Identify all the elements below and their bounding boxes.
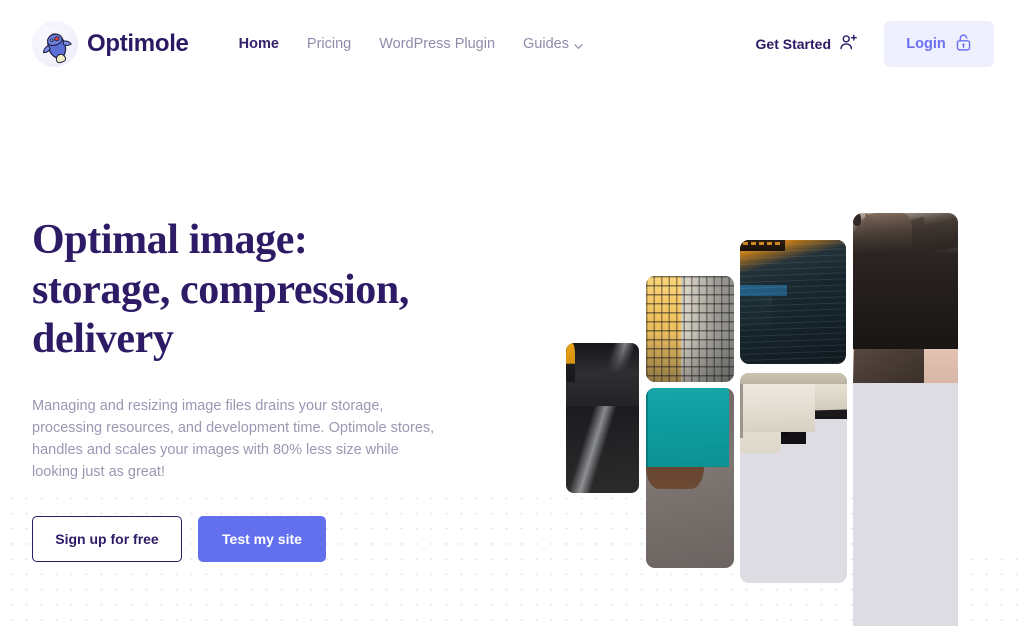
woman-with-book-photo <box>646 388 734 568</box>
nav-item-guides[interactable]: Guides <box>523 36 583 52</box>
overpass-architecture-photo <box>740 373 847 583</box>
get-started-button[interactable]: Get Started <box>756 33 858 55</box>
primary-navigation: Home Pricing WordPress Plugin Guides <box>239 36 583 52</box>
test-my-site-button[interactable]: Test my site <box>198 515 326 562</box>
login-button[interactable]: Login <box>884 21 994 67</box>
hero-section: Optimal image: storage, compression, del… <box>0 88 1024 626</box>
chevron-down-icon <box>574 39 583 49</box>
login-label: Login <box>906 36 946 52</box>
get-started-label: Get Started <box>755 36 831 52</box>
nav-item-home-label: Home <box>238 36 279 52</box>
hero-title: Optimal image: storage, compression, del… <box>32 217 409 363</box>
brand-name: Optimole <box>87 30 189 57</box>
hero-image-collage <box>560 88 1024 626</box>
nav-item-wordpress-plugin-label: WordPress Plugin <box>379 36 496 52</box>
coastal-cliffs-photo <box>853 213 958 626</box>
optimole-mascot-icon <box>32 21 78 67</box>
nav-item-home[interactable]: Home <box>239 36 279 52</box>
hero-subtitle: Managing and resizing image files drains… <box>32 397 435 480</box>
nav-item-guides-label: Guides <box>523 36 569 52</box>
open-padlock-icon <box>955 33 972 56</box>
hero-copy: Optimal image: storage, compression, del… <box>32 88 502 562</box>
user-plus-icon <box>839 33 858 55</box>
building-facade-photo <box>646 276 734 382</box>
nav-item-pricing-label: Pricing <box>306 36 352 52</box>
nav-item-wordpress-plugin[interactable]: WordPress Plugin <box>379 36 495 52</box>
hero-cta-group: Sign up for free Test my site <box>32 515 502 562</box>
nav-item-pricing[interactable]: Pricing <box>307 36 351 52</box>
header-actions: Get Started Login <box>756 21 994 67</box>
brand-logo-link[interactable]: Optimole <box>32 21 189 67</box>
cave-explorer-photo <box>566 343 639 493</box>
train-station-photo <box>740 240 846 364</box>
sign-up-for-free-button[interactable]: Sign up for free <box>32 515 182 562</box>
site-header: Optimole Home Pricing WordPress Plugin G… <box>0 0 1024 88</box>
